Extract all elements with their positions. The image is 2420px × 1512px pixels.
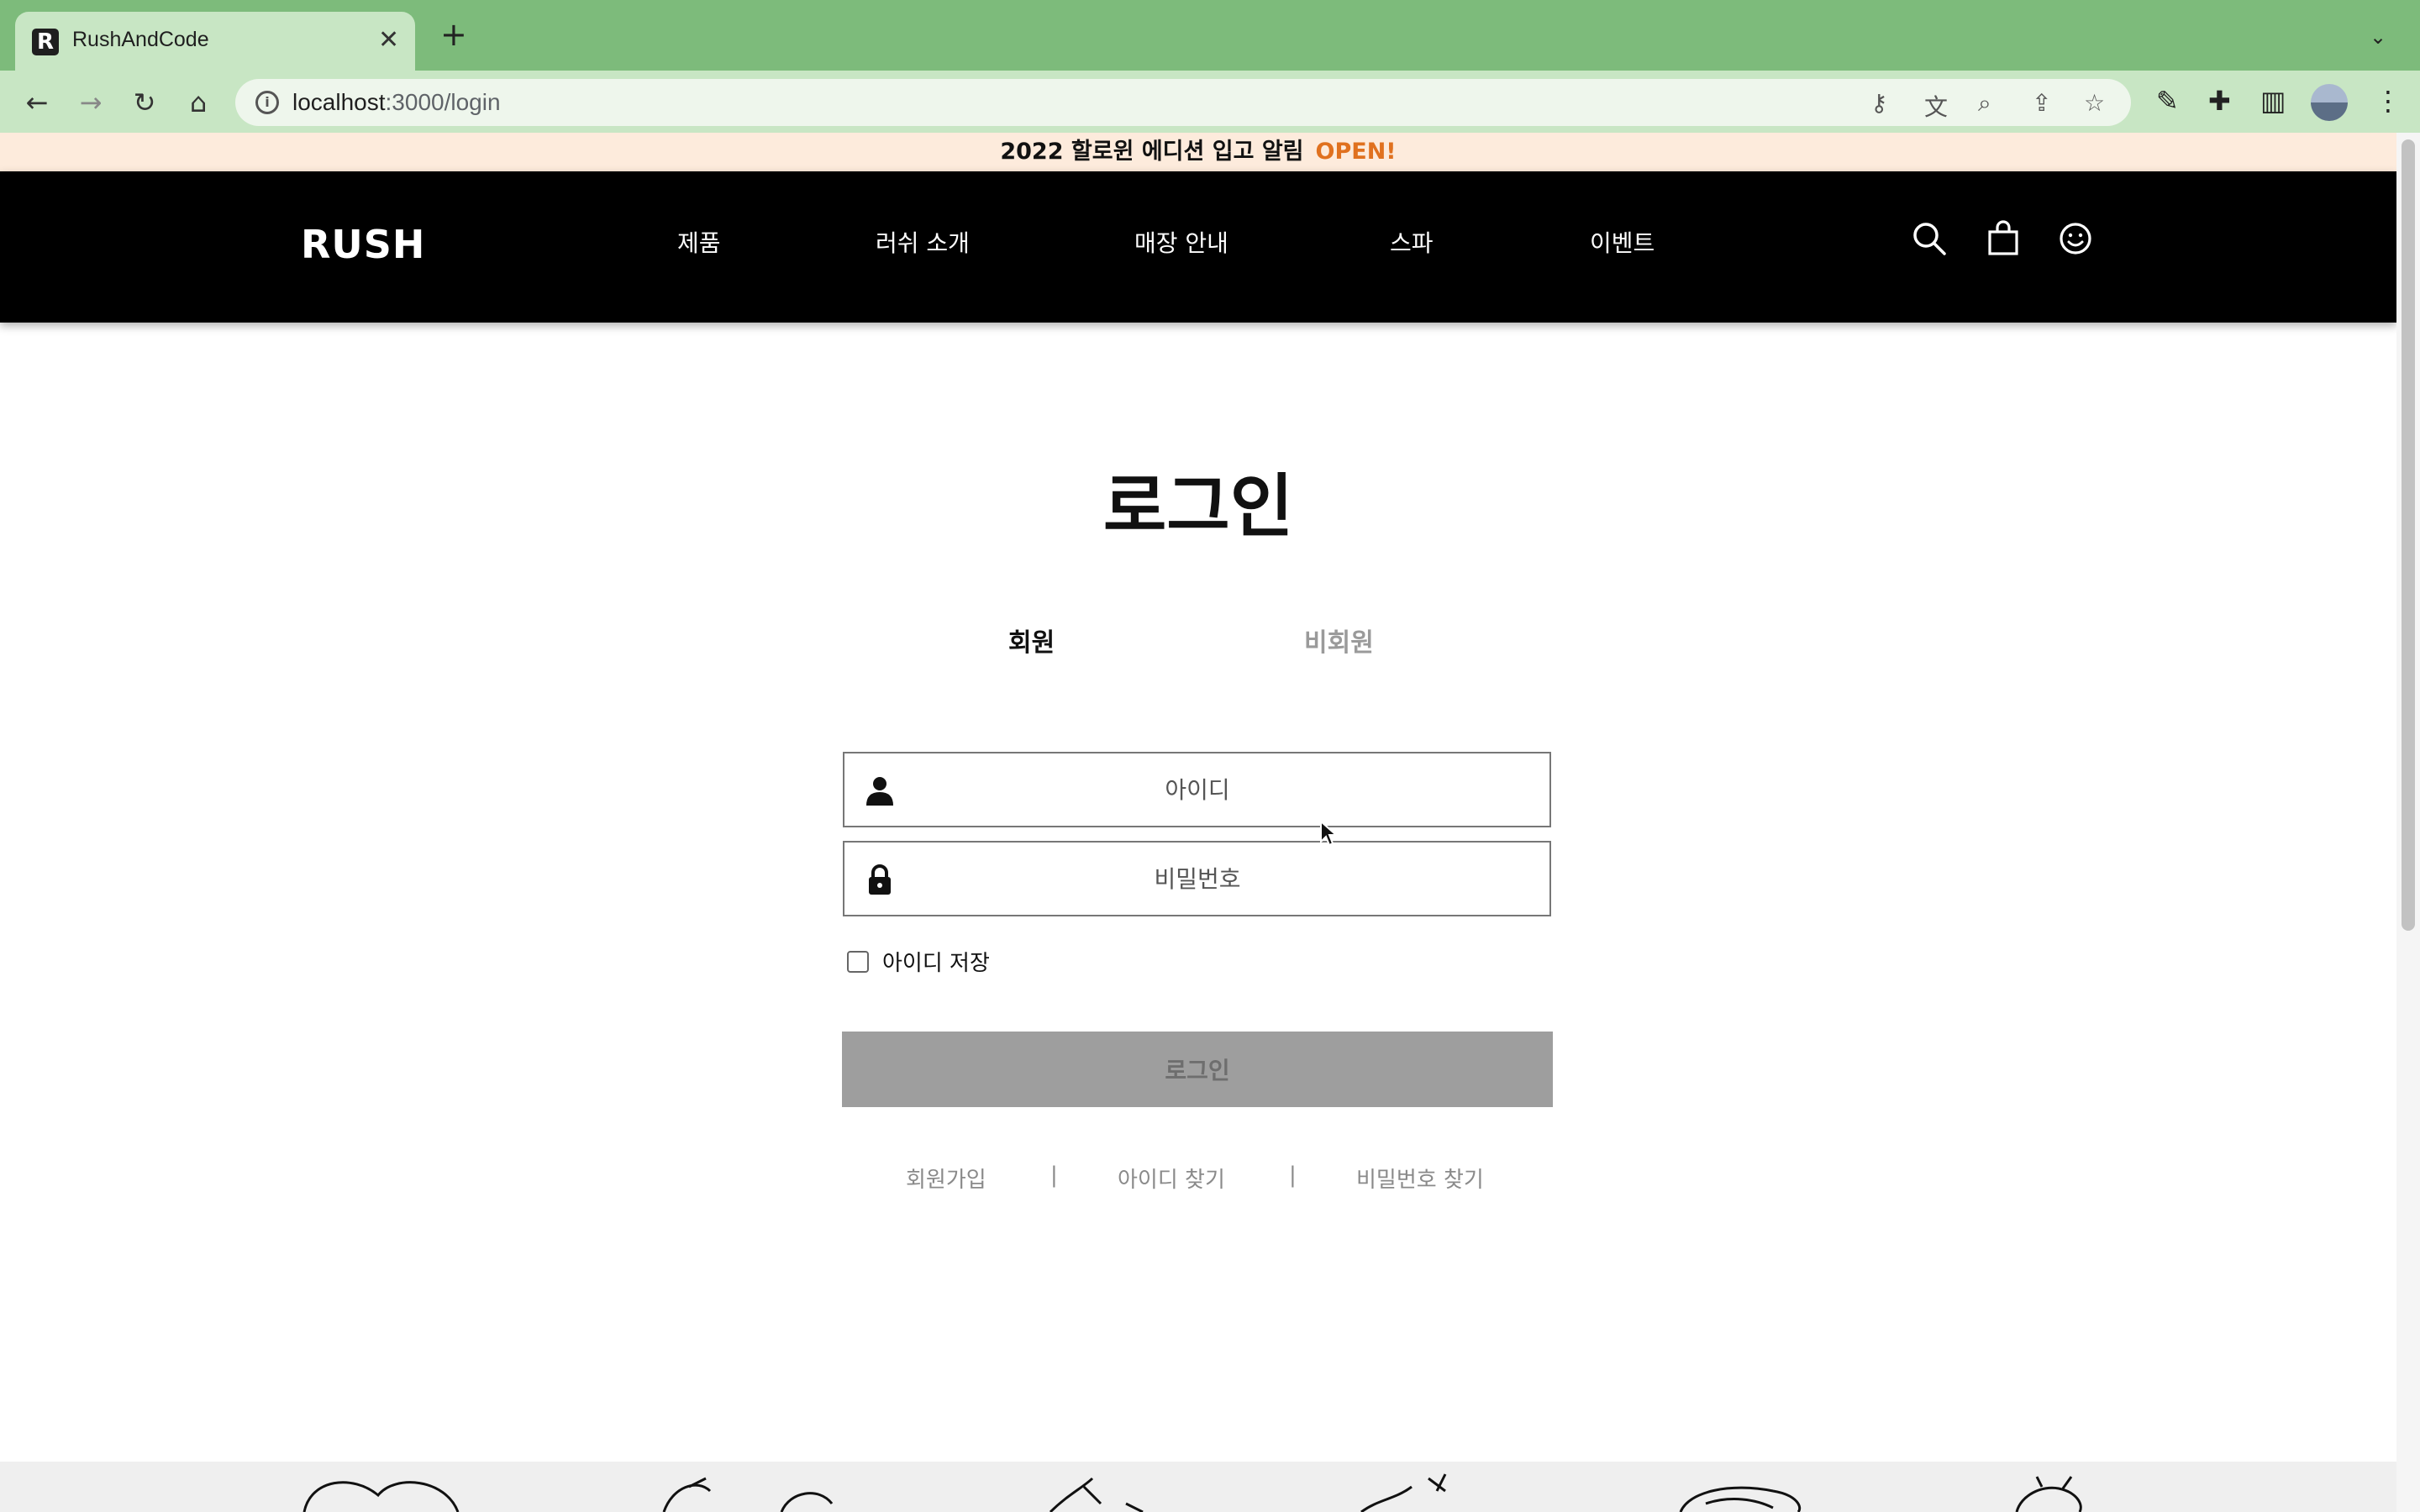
illustration-character: [2015, 1476, 2082, 1512]
new-tab-icon[interactable]: +: [440, 18, 467, 50]
address-bar[interactable]: i localhost:3000/login ⚷ 文 ⌕ ⇪ ☆: [235, 79, 2131, 126]
nav-item-spa[interactable]: 스파: [1390, 225, 1434, 259]
translate-icon[interactable]: 文: [1924, 89, 1948, 123]
notice-banner[interactable]: 2022 할로윈 에디션 입고 알림 OPEN!: [0, 133, 2396, 171]
favicon-icon: R: [32, 29, 59, 55]
tab-guest[interactable]: 비회원: [1304, 622, 1374, 659]
illustration-bath-bomb: [1679, 1486, 1802, 1512]
remember-id-label[interactable]: 아이디 저장: [882, 946, 990, 977]
profile-avatar[interactable]: [2311, 84, 2348, 121]
browser-tab[interactable]: R RushAndCode ✕: [15, 12, 415, 71]
bookmark-star-icon[interactable]: ☆: [2084, 89, 2105, 117]
back-icon[interactable]: ←: [18, 84, 55, 121]
shopping-bag-icon[interactable]: [1983, 218, 2023, 259]
zoom-icon[interactable]: ⌕: [1978, 89, 1991, 118]
nav-item-products[interactable]: 제품: [677, 225, 721, 259]
find-id-link[interactable]: 아이디 찾기: [1118, 1163, 1225, 1194]
lock-icon: [869, 864, 891, 895]
mouse-cursor-icon: [1320, 820, 1338, 847]
notice-text: 2022 할로윈 에디션 입고 알림: [1000, 139, 1304, 165]
browser-menu-icon[interactable]: ⋮: [2375, 85, 2402, 117]
forward-icon[interactable]: →: [72, 84, 109, 121]
username-input[interactable]: [912, 753, 1483, 826]
password-field[interactable]: [843, 841, 1551, 916]
login-button[interactable]: 로그인: [842, 1032, 1553, 1107]
remember-id-checkbox[interactable]: [847, 951, 869, 973]
user-icon: [866, 777, 893, 806]
side-panel-icon[interactable]: ▥: [2260, 85, 2286, 117]
account-smile-icon[interactable]: [2055, 218, 2096, 259]
extension-eyedropper-icon[interactable]: ✎: [2156, 85, 2179, 117]
page-viewport: 2022 할로윈 에디션 입고 알림 OPEN! RUSH 제품 러쉬 소개 매장…: [0, 133, 2396, 1512]
illustration-dancer: [1049, 1477, 1144, 1512]
close-tab-icon[interactable]: ✕: [378, 25, 399, 55]
browser-tab-strip: R RushAndCode ✕ + ⌄: [0, 0, 2420, 71]
username-field[interactable]: [843, 752, 1551, 827]
link-separator: |: [1050, 1163, 1058, 1188]
tab-title: RushAndCode: [72, 28, 209, 51]
site-logo[interactable]: RUSH: [301, 222, 425, 267]
extensions-puzzle-icon[interactable]: ✚: [2208, 85, 2231, 117]
link-separator: |: [1289, 1163, 1297, 1188]
illustration-heart: [302, 1481, 460, 1512]
find-password-link[interactable]: 비밀번호 찾기: [1356, 1163, 1484, 1194]
nav-item-stores[interactable]: 매장 안내: [1134, 225, 1228, 259]
nav-item-about[interactable]: 러쉬 소개: [876, 225, 970, 259]
url-text[interactable]: localhost:3000/login: [292, 89, 501, 116]
search-icon[interactable]: [1909, 218, 1949, 259]
nav-item-events[interactable]: 이벤트: [1590, 225, 1655, 259]
tab-member[interactable]: 회원: [1008, 622, 1055, 659]
notice-open-badge: OPEN!: [1315, 139, 1397, 165]
page-scrollbar-thumb[interactable]: [2402, 139, 2415, 931]
password-input[interactable]: [912, 843, 1483, 915]
footer-illustrations: [302, 1473, 2082, 1512]
page-title: 로그인: [1102, 467, 1294, 547]
tab-search-chevron-icon[interactable]: ⌄: [2370, 25, 2386, 49]
illustration-birds: [1360, 1473, 1447, 1512]
password-key-icon[interactable]: ⚷: [1870, 89, 1888, 117]
reload-icon[interactable]: ↻: [126, 84, 163, 121]
illustration-figures: [662, 1477, 834, 1512]
signup-link[interactable]: 회원가입: [906, 1163, 986, 1194]
home-icon[interactable]: ⌂: [180, 84, 217, 121]
footer-illustration-strip: [0, 1462, 2396, 1512]
site-info-icon[interactable]: i: [255, 91, 279, 114]
share-icon[interactable]: ⇪: [2032, 89, 2051, 117]
site-header: RUSH 제품 러쉬 소개 매장 안내 스파 이벤트: [0, 171, 2396, 323]
